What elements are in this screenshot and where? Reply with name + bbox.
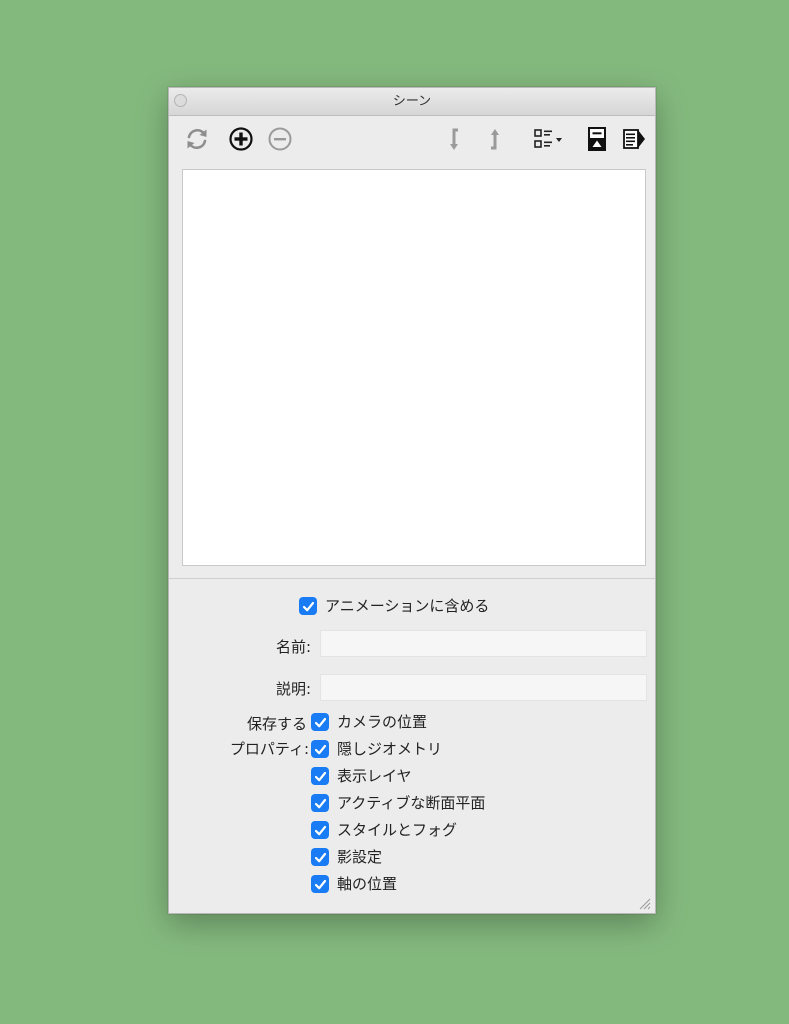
name-label: 名前: <box>275 638 311 656</box>
add-scene-icon[interactable] <box>227 125 255 153</box>
divider <box>169 578 655 579</box>
camera-position-label: カメラの位置 <box>337 713 428 731</box>
hidden-geometry-checkbox[interactable] <box>311 740 329 758</box>
export-icon[interactable] <box>621 125 649 153</box>
view-options-icon[interactable] <box>531 125 567 153</box>
properties-label-line2: プロパティ: <box>229 740 309 758</box>
active-section-planes-checkbox[interactable] <box>311 794 329 812</box>
active-section-planes-label: アクティブな断面平面 <box>337 794 486 812</box>
include-in-animation-label: アニメーションに含める <box>325 597 490 615</box>
move-up-icon[interactable] <box>480 125 508 153</box>
properties-label-line1: 保存する <box>246 715 307 733</box>
scenes-window: シーン アニメーションに含める 名前: 説明: 保存する プロパティ: カメラの… <box>168 87 656 914</box>
details-panel-icon[interactable] <box>583 125 611 153</box>
visible-layers-label: 表示レイヤ <box>337 767 412 785</box>
move-down-icon[interactable] <box>442 125 470 153</box>
axes-location-label: 軸の位置 <box>337 875 398 893</box>
title-bar[interactable]: シーン <box>169 88 655 116</box>
axes-location-checkbox[interactable] <box>311 875 329 893</box>
include-in-animation-checkbox[interactable] <box>299 597 317 615</box>
refresh-icon[interactable] <box>183 125 211 153</box>
style-and-fog-checkbox[interactable] <box>311 821 329 839</box>
description-label: 説明: <box>275 680 311 698</box>
scene-list[interactable] <box>182 169 646 566</box>
remove-scene-icon[interactable] <box>266 125 294 153</box>
resize-grip-icon[interactable] <box>637 895 651 910</box>
style-and-fog-label: スタイルとフォグ <box>337 821 458 839</box>
description-field[interactable] <box>320 674 647 701</box>
hidden-geometry-label: 隠しジオメトリ <box>337 740 443 758</box>
visible-layers-checkbox[interactable] <box>311 767 329 785</box>
window-title: シーン <box>392 94 432 109</box>
name-field[interactable] <box>320 630 647 657</box>
shadow-settings-checkbox[interactable] <box>311 848 329 866</box>
camera-position-checkbox[interactable] <box>311 713 329 731</box>
toolbar <box>169 116 655 166</box>
shadow-settings-label: 影設定 <box>337 848 383 866</box>
